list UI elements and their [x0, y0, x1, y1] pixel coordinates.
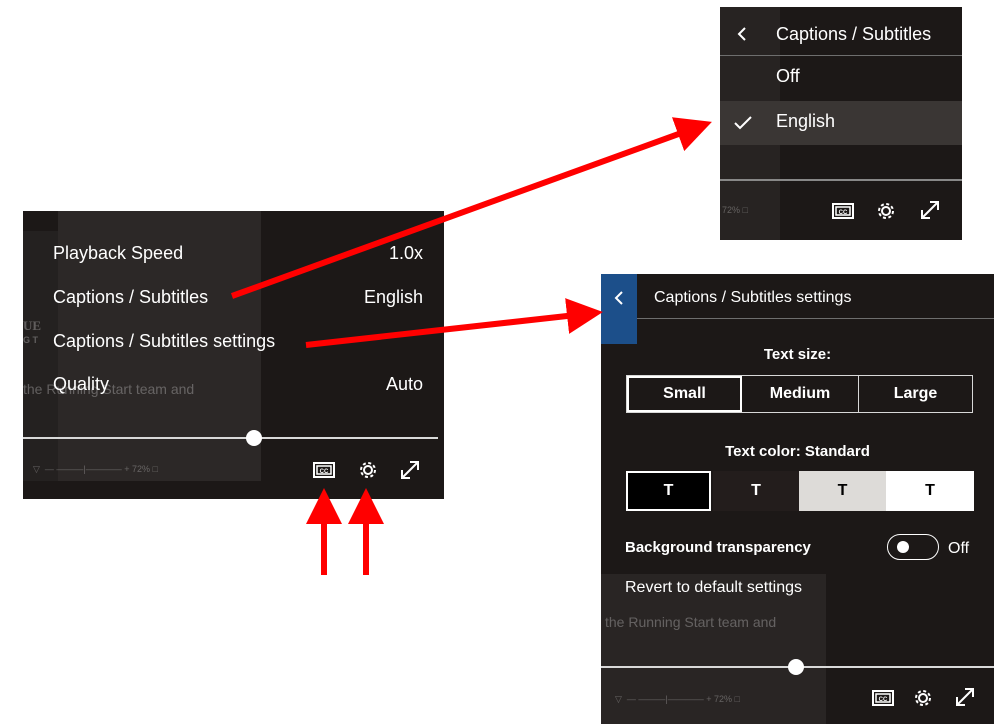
gear-icon[interactable]: [356, 459, 380, 481]
svg-text:CC: CC: [879, 697, 888, 703]
closed-captions-icon[interactable]: CC: [871, 689, 895, 707]
ghost-caption-text: the Running Start team and: [605, 614, 777, 630]
chevron-left-icon[interactable]: [611, 288, 627, 308]
menu-item-captions-settings[interactable]: Captions / Subtitles settings: [53, 331, 275, 352]
chevron-left-icon[interactable]: [732, 23, 752, 45]
size-option-small[interactable]: Small: [627, 376, 742, 412]
svg-text:CC: CC: [320, 469, 329, 475]
quality-value: Auto: [385, 374, 423, 394]
fullscreen-icon[interactable]: [917, 198, 943, 222]
header-divider: [637, 318, 994, 319]
seek-thumb[interactable]: [788, 659, 804, 675]
captions-menu-title: Captions / Subtitles: [776, 24, 932, 44]
color-swatch-dark[interactable]: T: [713, 471, 799, 511]
ghost-volume-text: 72% □: [722, 205, 748, 215]
player-settings-menu: UE G T the Running Start team and Playba…: [23, 211, 444, 499]
toggle-state-label: Off: [948, 540, 970, 557]
text-size-selector: Small Medium Large: [626, 375, 973, 413]
background-transparency-toggle[interactable]: [887, 534, 939, 560]
closed-captions-icon[interactable]: CC: [831, 202, 855, 220]
menu-item-quality[interactable]: Quality: [53, 374, 109, 395]
captions-value: English: [363, 287, 423, 307]
text-color-label: Text color: Standard: [725, 443, 870, 460]
ghost-logo-text-2: G T: [23, 335, 38, 345]
ghost-logo-text: UE: [23, 318, 42, 333]
checkmark-icon: [732, 113, 754, 133]
seek-bar[interactable]: [720, 179, 962, 181]
ghost-strip: [23, 231, 58, 481]
captions-menu-panel: Captions / Subtitles Off English 72% □ C…: [720, 7, 962, 240]
caption-option-off[interactable]: Off: [776, 66, 800, 87]
text-size-label: Text size:: [763, 346, 832, 363]
seek-thumb[interactable]: [246, 430, 262, 446]
header-divider: [720, 55, 962, 56]
closed-captions-icon[interactable]: CC: [312, 461, 336, 479]
gear-icon[interactable]: [911, 687, 935, 709]
menu-item-playback-speed[interactable]: Playback Speed: [53, 243, 183, 264]
color-swatch-white[interactable]: T: [886, 471, 974, 511]
color-swatch-light-gray[interactable]: T: [799, 471, 886, 511]
size-option-medium[interactable]: Medium: [742, 376, 859, 412]
back-button-highlight[interactable]: [601, 274, 637, 344]
fullscreen-icon[interactable]: [397, 458, 423, 482]
gear-icon[interactable]: [874, 200, 898, 222]
text-color-swatches: T T T T: [626, 471, 974, 511]
revert-default-link[interactable]: Revert to default settings: [625, 579, 802, 597]
svg-text:CC: CC: [839, 210, 848, 216]
fullscreen-icon[interactable]: [952, 685, 978, 709]
ghost-volume-slider: ▽ — ———|———— + 72% □: [33, 464, 158, 474]
captions-settings-panel: Captions / Subtitles settings Text size:…: [601, 274, 994, 724]
caption-option-english-row[interactable]: [720, 101, 962, 145]
toggle-knob: [897, 541, 909, 553]
color-swatch-black[interactable]: T: [626, 471, 711, 511]
seek-bar[interactable]: [23, 437, 438, 439]
playback-speed-value: 1.0x: [388, 243, 423, 263]
menu-item-captions[interactable]: Captions / Subtitles: [53, 287, 208, 308]
background-transparency-label: Background transparency: [625, 539, 811, 556]
size-option-large[interactable]: Large: [859, 376, 972, 412]
ghost-volume-slider: ▽ — ———|———— + 72% □: [615, 694, 740, 704]
settings-panel-title: Captions / Subtitles settings: [654, 289, 852, 306]
caption-option-english[interactable]: English: [776, 111, 835, 132]
